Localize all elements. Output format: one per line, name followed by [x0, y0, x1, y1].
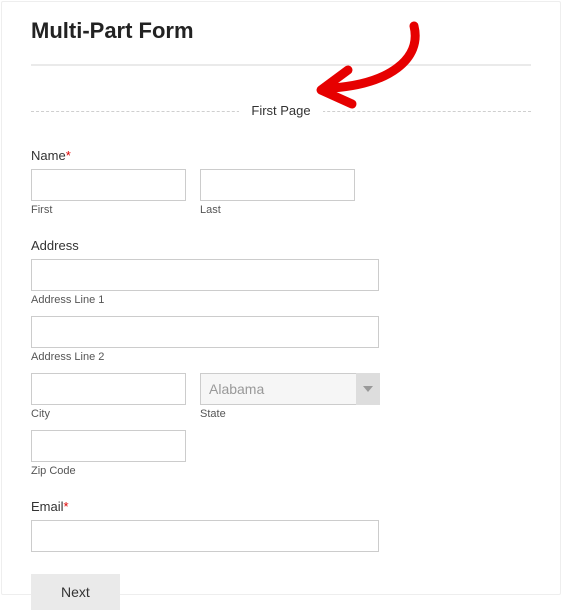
name-section: Name* First Last — [31, 148, 531, 216]
name-label: Name* — [31, 148, 531, 163]
email-input[interactable] — [31, 520, 379, 552]
page-divider: First Page — [31, 102, 531, 120]
page-title: Multi-Part Form — [31, 18, 531, 44]
chevron-down-icon — [356, 373, 380, 405]
form-panel: Multi-Part Form First Page Name* First L… — [1, 1, 561, 595]
divider-top — [31, 64, 531, 66]
state-sublabel: State — [200, 408, 380, 420]
email-label: Email* — [31, 499, 531, 514]
address-line2-input[interactable] — [31, 316, 379, 348]
email-section: Email* — [31, 499, 531, 552]
city-input[interactable] — [31, 373, 186, 405]
required-mark: * — [66, 148, 71, 163]
zip-sublabel: Zip Code — [31, 465, 186, 477]
name-label-text: Name — [31, 148, 66, 163]
zip-input[interactable] — [31, 430, 186, 462]
city-sublabel: City — [31, 408, 186, 420]
state-select[interactable] — [200, 373, 380, 405]
last-name-sublabel: Last — [200, 204, 355, 216]
address-section: Address Address Line 1 Address Line 2 Ci… — [31, 238, 531, 477]
first-name-sublabel: First — [31, 204, 186, 216]
state-select-display[interactable] — [200, 373, 380, 405]
address-label: Address — [31, 238, 531, 253]
address-line1-sublabel: Address Line 1 — [31, 294, 531, 306]
address-line1-input[interactable] — [31, 259, 379, 291]
last-name-input[interactable] — [200, 169, 355, 201]
required-mark: * — [64, 499, 69, 514]
first-name-input[interactable] — [31, 169, 186, 201]
next-button[interactable]: Next — [31, 574, 120, 610]
page-divider-label: First Page — [239, 103, 322, 118]
email-label-text: Email — [31, 499, 64, 514]
address-line2-sublabel: Address Line 2 — [31, 351, 531, 363]
